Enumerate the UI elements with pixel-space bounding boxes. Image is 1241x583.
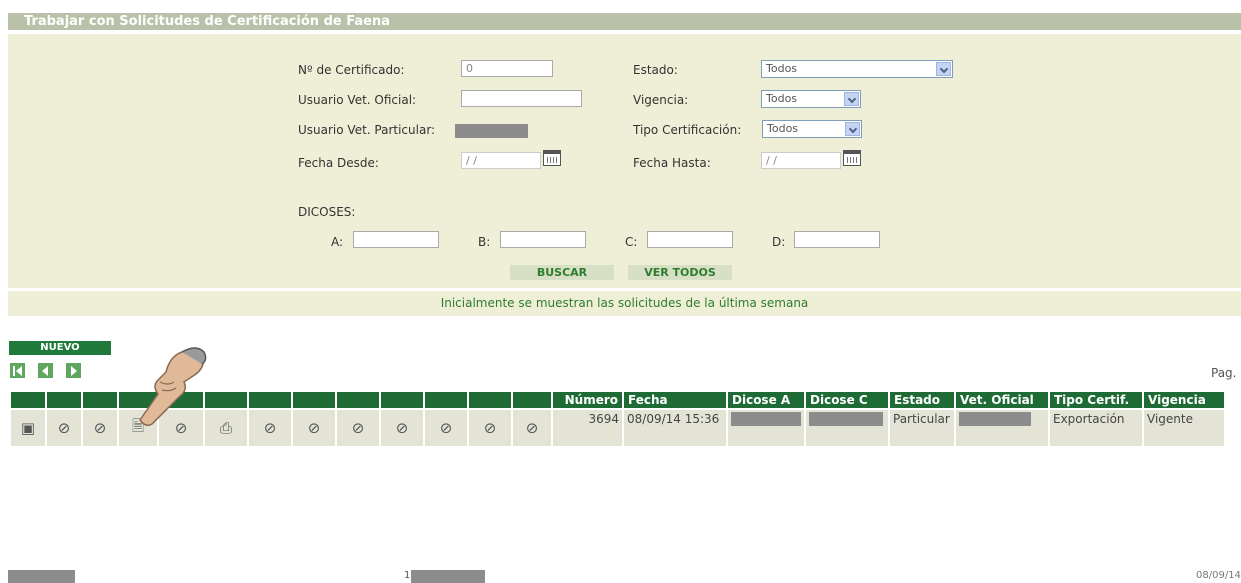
estado-label: Estado: <box>633 63 678 77</box>
ver-todos-button[interactable]: VER TODOS <box>628 265 732 280</box>
column-header-tipo-certif[interactable]: Tipo Certif. <box>1050 392 1142 408</box>
disabled-icon: ⊘ <box>337 410 379 446</box>
cell-fecha: 08/09/14 15:36 <box>624 410 726 446</box>
vigencia-label: Vigencia: <box>633 93 689 107</box>
usuario-particular-label: Usuario Vet. Particular: <box>298 123 436 137</box>
action-column-header <box>469 392 511 408</box>
cert-number-input[interactable]: 0 <box>461 60 553 77</box>
action-column-header <box>205 392 247 408</box>
cert-number-label: Nº de Certificado: <box>298 63 405 77</box>
cell-numero: 3694 <box>553 410 622 446</box>
vigencia-select[interactable]: Todos <box>761 90 861 108</box>
column-header-vigencia[interactable]: Vigencia <box>1144 392 1224 408</box>
dicose-a-input[interactable] <box>353 231 439 248</box>
cell-vigencia: Vigente <box>1144 410 1224 446</box>
fecha-desde-input[interactable]: / / <box>461 152 541 169</box>
buscar-button[interactable]: BUSCAR <box>510 265 614 280</box>
nuevo-button[interactable]: NUEVO <box>9 341 111 355</box>
disabled-icon: ⊘ <box>425 410 467 446</box>
usuario-oficial-label: Usuario Vet. Oficial: <box>298 93 417 107</box>
print-icon[interactable]: ⎙ <box>205 410 247 446</box>
fecha-hasta-input[interactable]: / / <box>761 152 841 169</box>
disabled-icon: ⊘ <box>381 410 423 446</box>
previous-page-icon[interactable] <box>38 363 53 378</box>
dicose-d-input[interactable] <box>794 231 880 248</box>
usuario-particular-value-redacted <box>455 124 528 138</box>
action-column-header <box>47 392 81 408</box>
cell-vet-oficial <box>956 410 1048 446</box>
dicose-a-label: A: <box>331 235 344 249</box>
dicose-b-input[interactable] <box>500 231 586 248</box>
fecha-desde-label: Fecha Desde: <box>298 156 379 170</box>
cell-dicose-a <box>728 410 804 446</box>
footer-left-redacted <box>8 570 75 583</box>
disabled-icon: ⊘ <box>469 410 511 446</box>
footer-date: 08/09/14 <box>1196 570 1241 581</box>
cell-dicose-c <box>806 410 888 446</box>
disabled-icon: ⊘ <box>47 410 81 446</box>
footer-page-number: 1 <box>404 570 411 581</box>
footer-center-redacted <box>411 570 485 583</box>
dicoses-label: DICOSES: <box>298 205 356 219</box>
title-bar: Trabajar con Solicitudes de Certificació… <box>8 13 1241 30</box>
column-header-dicose-a[interactable]: Dicose A <box>728 392 804 408</box>
first-page-icon[interactable] <box>10 363 25 378</box>
hand-pointer-icon <box>139 347 207 427</box>
chevron-down-icon[interactable] <box>844 92 859 106</box>
column-header-vet-oficial[interactable]: Vet. Oficial <box>956 392 1048 408</box>
disabled-icon: ⊘ <box>249 410 291 446</box>
chevron-down-icon[interactable] <box>845 122 860 136</box>
info-message-bar: Inicialmente se muestran las solicitudes… <box>8 291 1241 316</box>
vigencia-select-value: Todos <box>766 92 798 105</box>
page-title: Trabajar con Solicitudes de Certificació… <box>24 14 390 29</box>
next-page-icon[interactable] <box>66 363 81 378</box>
chevron-down-icon[interactable] <box>936 62 951 76</box>
column-header-estado[interactable]: Estado <box>890 392 954 408</box>
filter-panel <box>8 34 1241 288</box>
estado-select-value: Todos <box>766 62 798 75</box>
pagination-label: Pag. <box>1211 366 1237 380</box>
info-message: Inicialmente se muestran las solicitudes… <box>440 296 809 310</box>
action-column-header <box>293 392 335 408</box>
tipo-cert-select-value: Todos <box>767 122 799 135</box>
dicose-b-label: B: <box>478 235 491 249</box>
cell-estado: Particular <box>890 410 954 446</box>
detail-icon[interactable]: ▣ <box>11 410 45 446</box>
disabled-icon: ⊘ <box>513 410 551 446</box>
column-header-fecha[interactable]: Fecha <box>624 392 726 408</box>
action-column-header <box>83 392 117 408</box>
usuario-oficial-input[interactable] <box>461 90 582 107</box>
action-column-header <box>11 392 45 408</box>
column-header-dicose-c[interactable]: Dicose C <box>806 392 888 408</box>
calendar-icon[interactable] <box>843 150 861 166</box>
calendar-icon[interactable] <box>543 150 561 166</box>
tipo-cert-select[interactable]: Todos <box>762 120 862 138</box>
fecha-hasta-label: Fecha Hasta: <box>633 156 711 170</box>
dicose-c-label: C: <box>625 235 638 249</box>
cell-tipo-certif: Exportación <box>1050 410 1142 446</box>
dicose-d-label: D: <box>772 235 786 249</box>
action-column-header <box>337 392 379 408</box>
tipo-cert-label: Tipo Certificación: <box>633 123 742 137</box>
action-column-header <box>249 392 291 408</box>
dicose-c-input[interactable] <box>647 231 733 248</box>
action-column-header <box>425 392 467 408</box>
action-column-header <box>381 392 423 408</box>
column-header-numero[interactable]: Número <box>553 392 622 408</box>
action-column-header <box>513 392 551 408</box>
disabled-icon: ⊘ <box>83 410 117 446</box>
estado-select[interactable]: Todos <box>761 60 953 78</box>
disabled-icon: ⊘ <box>293 410 335 446</box>
